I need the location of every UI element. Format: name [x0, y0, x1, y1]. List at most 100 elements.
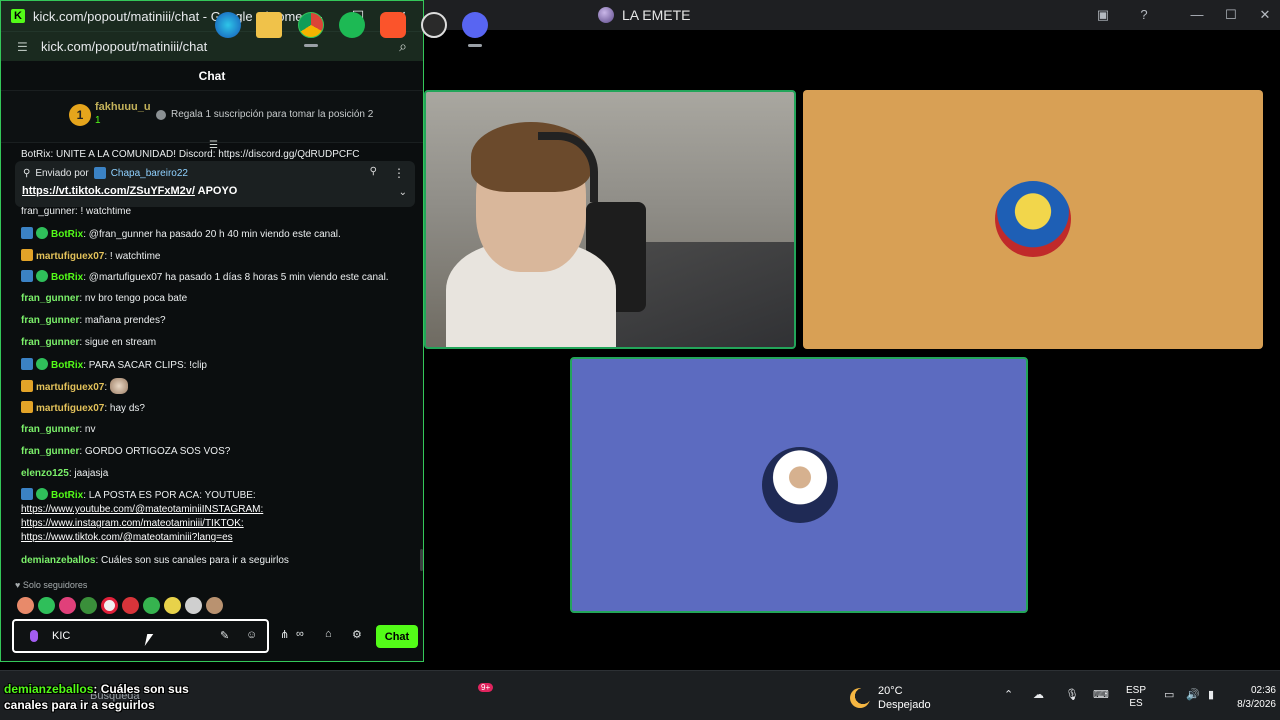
chevron-down-icon[interactable]: ⌄ [399, 187, 407, 198]
message-text: : @fran_gunner ha pasado 20 h 40 min vie… [83, 229, 341, 240]
message-user[interactable]: fran_gunner [21, 424, 79, 435]
send-chat-button[interactable]: Chat [376, 625, 418, 648]
message-link[interactable]: https://www.youtube.com/@mateotaminiiINS… [21, 504, 263, 515]
message-link[interactable]: https://www.instagram.com/mateotaminiii/… [21, 518, 244, 529]
message-user[interactable]: fran_gunner [21, 293, 79, 304]
pinned-sender: ⚲ Enviado por Chapa_bareiro22 [23, 167, 188, 179]
chat-header: Chat [1, 61, 423, 91]
pinned-user[interactable]: Chapa_bareiro22 [111, 168, 188, 179]
emote-icon[interactable] [164, 597, 181, 614]
volume-icon[interactable]: 🔊 [1186, 688, 1200, 701]
translate-icon[interactable]: ✎ [220, 629, 229, 642]
keyboard-icon[interactable]: ⌨ [1093, 688, 1109, 701]
message-user[interactable]: martufiguex07 [36, 251, 104, 262]
quick-emote-bar [17, 597, 223, 614]
system-clock[interactable]: 02:36 8/3/2026 [1230, 684, 1276, 712]
followers-only-notice: ♥ Solo seguidores [15, 580, 88, 590]
message-user[interactable]: BotRix [51, 229, 83, 240]
pinned-message[interactable]: ⚲ Enviado por Chapa_bareiro22 https://vt… [15, 161, 415, 207]
chat-message-list[interactable]: BotRix: UNITE A LA COMUNIDAD! Discord: h… [1, 148, 423, 578]
message-text: : Cuáles son sus canales para ir a segui… [95, 555, 289, 566]
chat-input-value[interactable]: KIC [52, 630, 70, 642]
emote-icon[interactable] [59, 597, 76, 614]
list-item: BotRix: @fran_gunner ha pasado 20 h 40 m… [21, 227, 411, 242]
rank-badge: 1 [69, 104, 91, 126]
pinned-text: APOYO [197, 185, 238, 197]
link-icon[interactable]: ∞ [296, 628, 304, 640]
overlay-username: demianzeballos [4, 682, 94, 696]
message-user[interactable]: BotRix [51, 490, 83, 501]
spotify-icon[interactable] [339, 12, 365, 38]
list-item: martufiguex07: ! watchtime [21, 249, 411, 264]
chevron-up-icon[interactable]: ⌃ [1004, 688, 1013, 701]
message-user[interactable]: BotRix [51, 272, 83, 283]
more-options-icon[interactable]: ⋮ [393, 166, 405, 180]
emote-icon[interactable] [122, 597, 139, 614]
followers-only-text: Solo seguidores [22, 580, 88, 590]
battery-icon[interactable]: ▮ [1208, 688, 1214, 701]
list-item: fran_gunner: mañana prendes? [21, 314, 411, 328]
zoom-icon[interactable]: ⌕ [399, 38, 407, 55]
address-bar[interactable]: ☰ kick.com/popout/matiniii/chat [1, 31, 423, 61]
obs-icon[interactable] [421, 12, 447, 38]
chat-input-field[interactable]: KIC ✎ ☺ [12, 619, 269, 653]
emoji-icon[interactable]: ☺ [246, 629, 257, 641]
pin-icon[interactable]: ⚲ [370, 166, 377, 177]
leader-gift-count: 1 [95, 115, 101, 126]
gift-icon [156, 109, 166, 120]
moon-icon [850, 688, 870, 708]
chrome-icon[interactable] [298, 12, 324, 38]
message-user[interactable]: fran_gunner [21, 315, 79, 326]
message-user[interactable]: demianzeballos [21, 555, 95, 566]
verified-badge-icon [36, 270, 48, 282]
file-explorer-icon[interactable] [256, 12, 282, 38]
edge-icon[interactable] [215, 12, 241, 38]
mic-icon[interactable] [30, 630, 38, 642]
discord-maximize-button[interactable]: ☐ [1222, 6, 1240, 24]
emote-icon[interactable] [206, 597, 223, 614]
discord-close-button[interactable]: ✕ [1256, 6, 1274, 24]
emote-icon[interactable] [80, 597, 97, 614]
language-indicator[interactable]: ESP ES [1126, 684, 1146, 710]
video-tile-webcam[interactable] [424, 90, 796, 349]
weather-widget[interactable]: 20°C Despejado [850, 684, 931, 712]
chat-scrollbar[interactable] [420, 549, 423, 571]
mic-tray-icon[interactable]: 🎙 [1065, 688, 1079, 701]
crown-badge-icon [21, 401, 33, 413]
gift-leaderboard: 1 fakhuuu_u 1 Regala 1 suscripción para … [1, 91, 423, 151]
message-user[interactable]: fran_gunner [21, 446, 79, 457]
leader-username[interactable]: fakhuuu_u [95, 101, 151, 113]
emote-icon[interactable] [17, 597, 34, 614]
message-link[interactable]: https://www.tiktok.com/@mateotaminiii?la… [21, 532, 233, 543]
message-user[interactable]: martufiguex07 [36, 382, 104, 393]
emote-icon[interactable] [38, 597, 55, 614]
emote-icon[interactable] [143, 597, 160, 614]
brave-icon[interactable] [380, 12, 406, 38]
list-item: BotRix: @martufiguex07 ha pasado 1 días … [21, 270, 411, 285]
message-text: : GORDO ORTIGOZA SOS VOS? [79, 446, 231, 457]
emote-icon[interactable] [185, 597, 202, 614]
message-text: : nv [79, 424, 96, 435]
network-icon[interactable]: ▭ [1164, 688, 1174, 701]
message-user[interactable]: fran_gunner [21, 337, 79, 348]
discord-minimize-button[interactable]: — [1188, 6, 1206, 24]
list-item: elenzo125: jaajasja [21, 467, 411, 481]
weather-temp: 20°C [878, 685, 903, 697]
emote-icon[interactable] [101, 597, 118, 614]
site-info-icon[interactable]: ☰ [17, 40, 31, 54]
share-icon[interactable]: ⋔ [280, 628, 289, 641]
cloud-icon[interactable]: ☁ [1033, 688, 1044, 701]
help-icon[interactable]: ? [1135, 6, 1153, 24]
url-text[interactable]: kick.com/popout/matiniii/chat [41, 39, 207, 54]
store-icon[interactable]: ⌂ [325, 628, 332, 640]
pinned-sent-by-label: Enviado por [35, 167, 89, 179]
message-user[interactable]: BotRix [51, 360, 83, 371]
message-text: : [104, 382, 108, 393]
screen-share-icon[interactable]: ▣ [1094, 6, 1112, 24]
participant-avatar-player [762, 447, 838, 523]
gear-icon[interactable]: ⚙ [352, 628, 362, 641]
pinned-link[interactable]: https://vt.tiktok.com/ZSuYFxM2v/ [22, 185, 195, 197]
discord-icon[interactable] [462, 12, 488, 38]
message-user[interactable]: elenzo125 [21, 468, 69, 479]
message-user[interactable]: martufiguex07 [36, 403, 104, 414]
